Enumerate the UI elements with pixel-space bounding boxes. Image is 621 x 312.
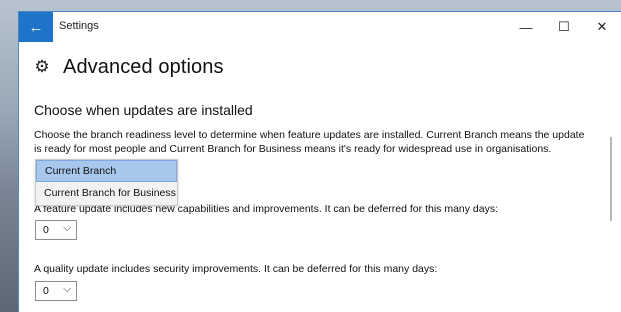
gear-icon: ⚙ (34, 57, 50, 76)
chevron-down-icon: ⌵ (63, 222, 72, 234)
maximize-button[interactable]: ☐ (545, 12, 583, 42)
title-bar: ← Settings — ☐ ✕ (19, 12, 621, 42)
scrollbar[interactable] (610, 137, 612, 221)
back-button[interactable]: ← (19, 12, 53, 42)
settings-window: ← Settings — ☐ ✕ ⚙ Advanced options Choo… (19, 12, 621, 312)
feature-update-defer-select[interactable]: 0 ⌵ (35, 220, 77, 240)
section-heading: Choose when updates are installed (34, 102, 253, 118)
close-button[interactable]: ✕ (583, 12, 621, 42)
window-controls: — ☐ ✕ (507, 12, 621, 42)
branch-readiness-dropdown-menu: Current Branch Current Branch for Busine… (35, 159, 178, 206)
maximize-icon: ☐ (558, 19, 570, 34)
dropdown-option-current-branch[interactable]: Current Branch (36, 160, 177, 182)
branch-description: Choose the branch readiness level to det… (34, 129, 585, 155)
back-arrow-icon: ← (28, 18, 44, 36)
page-header: ⚙ Advanced options (33, 52, 224, 82)
window-title: Settings (59, 20, 99, 32)
minimize-icon: — (519, 19, 533, 35)
feature-update-defer-value: 0 (43, 224, 49, 236)
quality-update-label: A quality update includes security impro… (34, 263, 438, 275)
minimize-button[interactable]: — (507, 12, 545, 42)
quality-update-defer-select[interactable]: 0 ⌵ (35, 281, 77, 301)
quality-update-defer-value: 0 (43, 285, 49, 297)
dropdown-option-current-branch-for-business[interactable]: Current Branch for Business (36, 182, 177, 204)
chevron-down-icon: ⌵ (63, 283, 72, 295)
close-icon: ✕ (596, 19, 608, 34)
page-title: Advanced options (63, 55, 224, 78)
